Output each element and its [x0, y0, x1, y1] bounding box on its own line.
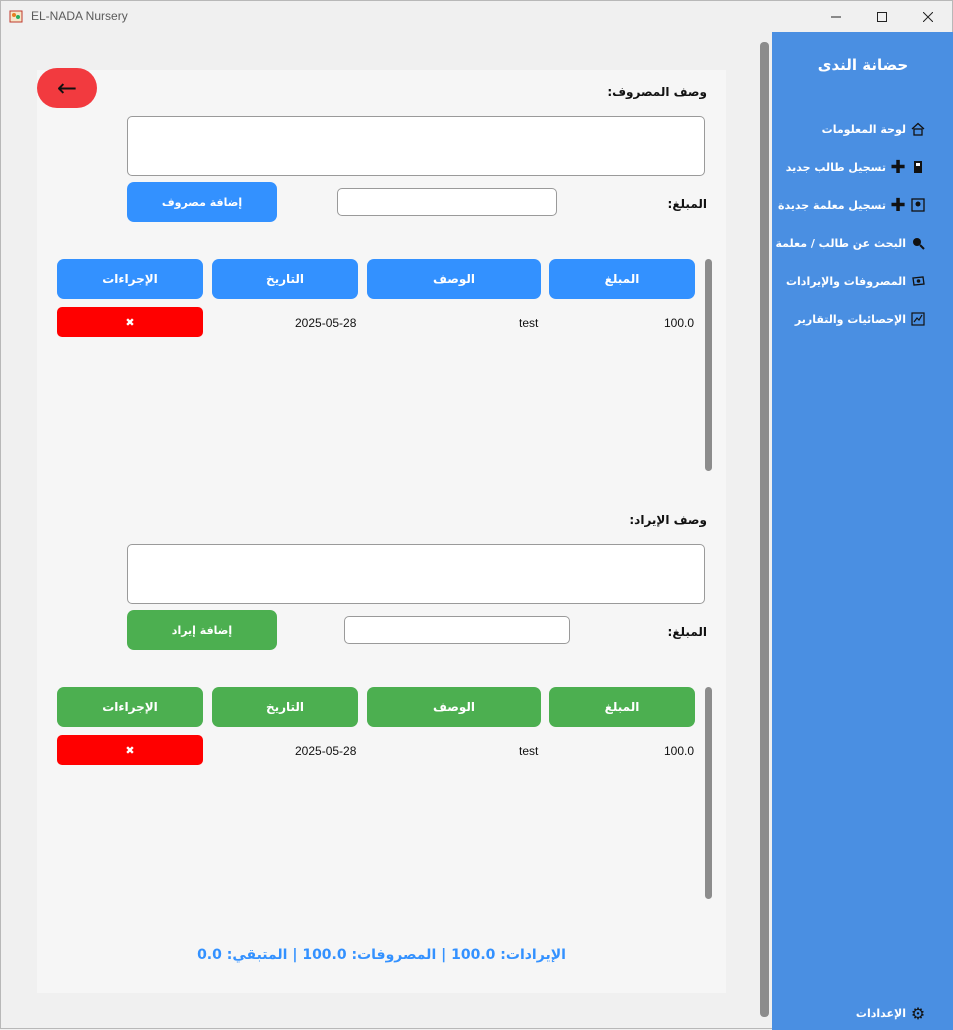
sidebar-item-statistics[interactable]: الإحصائيات والتقارير: [795, 309, 926, 329]
income-col-actions: الإجراءات: [57, 687, 203, 727]
minimize-icon: [831, 16, 841, 17]
sidebar-item-label: لوحة المعلومات: [821, 122, 906, 136]
close-icon: [923, 11, 933, 22]
expense-date-cell: 2025-05-28: [295, 316, 357, 330]
student-icon: [910, 159, 926, 175]
sidebar-item-label: المصروفات والإيرادات: [785, 274, 906, 288]
income-amount-label: المبلغ:: [667, 625, 707, 639]
delete-expense-button[interactable]: ✖: [57, 307, 203, 337]
sidebar: حضانة الندى لوحة المعلومات ✚ تسجيل طالب …: [772, 32, 953, 1030]
income-col-date: التاريخ: [212, 687, 358, 727]
delete-income-button[interactable]: ✖: [57, 735, 203, 765]
expense-amount-input[interactable]: [337, 188, 557, 216]
delete-icon: ✖: [125, 743, 135, 757]
app-logo-icon: [9, 10, 23, 23]
sidebar-item-dashboard[interactable]: لوحة المعلومات: [822, 119, 926, 139]
plus-icon: ✚: [890, 156, 906, 178]
expenses-col-date: التاريخ: [212, 259, 358, 299]
expenses-table: المبلغ الوصف التاريخ الإجراءات 100.0 tes…: [1, 259, 721, 471]
close-button[interactable]: [905, 1, 951, 32]
income-col-description: الوصف: [367, 687, 541, 727]
chart-icon: [910, 311, 926, 327]
sidebar-item-finances[interactable]: المصروفات والإيرادات: [786, 271, 926, 291]
add-expense-button[interactable]: إضافة مصروف: [127, 182, 277, 222]
expenses-col-amount: المبلغ: [549, 259, 695, 299]
income-amount-cell: 100.0: [664, 744, 695, 758]
sidebar-item-search[interactable]: البحث عن طالب / معلمة: [775, 233, 926, 253]
back-arrow-icon: ←: [56, 74, 78, 102]
income-description-label: وصف الإيراد:: [629, 513, 707, 527]
money-icon: [910, 273, 926, 289]
income-table-scrollbar[interactable]: [705, 687, 712, 899]
teacher-icon: [910, 197, 926, 213]
expense-description-label: وصف المصروف:: [607, 85, 707, 99]
expense-description-input[interactable]: [127, 116, 705, 176]
sidebar-title: حضانة الندى: [817, 56, 909, 74]
income-table: المبلغ الوصف التاريخ الإجراءات 100.0 tes…: [1, 687, 721, 899]
delete-icon: ✖: [125, 315, 135, 329]
maximize-icon: [877, 11, 887, 22]
app-window: EL-NADA Nursery ← وصف المصروف: إضافة مصر…: [0, 0, 953, 1030]
minimize-button[interactable]: [813, 1, 859, 32]
add-income-button[interactable]: إضافة إيراد: [127, 610, 277, 650]
income-col-amount: المبلغ: [549, 687, 695, 727]
back-button[interactable]: ←: [37, 68, 97, 108]
search-icon: [910, 235, 926, 251]
maximize-button[interactable]: [859, 1, 905, 32]
income-description-input[interactable]: [127, 544, 705, 604]
income-amount-input[interactable]: [344, 616, 570, 644]
expenses-table-scrollbar[interactable]: [705, 259, 712, 471]
expense-amount-cell: 100.0: [664, 316, 695, 330]
sidebar-item-label: تسجيل طالب جديد: [785, 160, 886, 174]
sidebar-item-label: تسجيل معلمة جديدة: [777, 198, 886, 212]
title-bar: EL-NADA Nursery: [1, 1, 952, 32]
house-icon: [910, 121, 926, 137]
plus-icon: ✚: [890, 194, 906, 216]
expenses-col-description: الوصف: [367, 259, 541, 299]
expenses-col-actions: الإجراءات: [57, 259, 203, 299]
income-date-cell: 2025-05-28: [295, 744, 357, 758]
sidebar-item-label: البحث عن طالب / معلمة: [775, 236, 906, 250]
main-scrollbar[interactable]: [760, 42, 769, 1017]
window-title: EL-NADA Nursery: [31, 9, 128, 23]
gear-icon: ⚙: [910, 1003, 926, 1023]
expense-amount-label: المبلغ:: [667, 197, 707, 211]
sidebar-item-register-teacher[interactable]: ✚ تسجيل معلمة جديدة: [777, 194, 926, 216]
expense-description-cell: test: [519, 316, 539, 330]
income-description-cell: test: [519, 744, 539, 758]
sidebar-item-label: الإعدادات: [855, 1006, 906, 1020]
balance-summary: الإيرادات: 100.0 | المصروفات: 100.0 | ال…: [197, 947, 566, 963]
sidebar-item-settings[interactable]: ⚙ الإعدادات: [856, 1003, 926, 1023]
sidebar-item-label: الإحصائيات والتقارير: [794, 312, 906, 326]
sidebar-item-register-student[interactable]: ✚ تسجيل طالب جديد: [785, 156, 926, 178]
